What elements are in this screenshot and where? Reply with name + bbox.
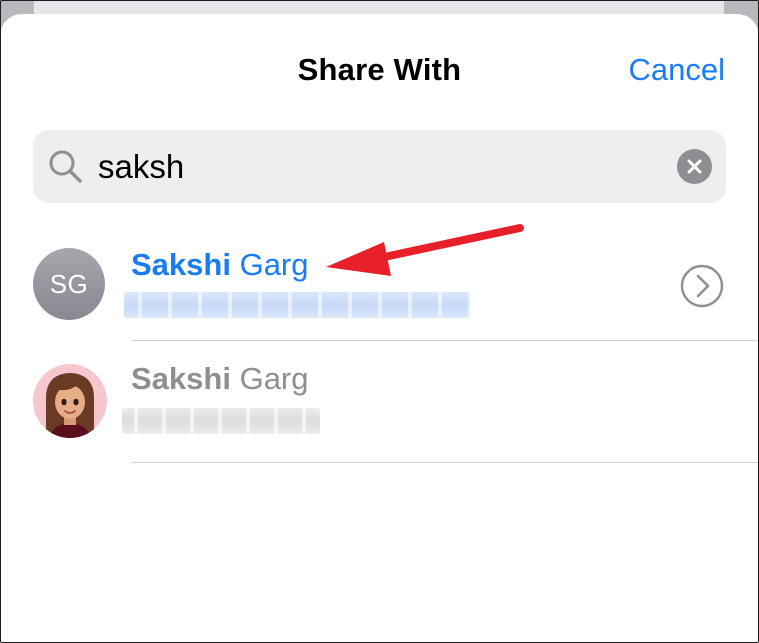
search-icon [49, 150, 82, 183]
info-chevron-icon[interactable] [680, 264, 724, 308]
cancel-button[interactable]: Cancel [629, 52, 726, 88]
row-divider [131, 340, 759, 341]
redacted-contact-detail [124, 292, 470, 318]
contact-name: Sakshi Garg [131, 247, 309, 283]
contact-row[interactable]: SG Sakshi Garg [0, 232, 759, 340]
clear-search-button[interactable] [677, 149, 712, 184]
contact-last-name: Garg [239, 247, 309, 282]
memoji-avatar [33, 364, 107, 438]
search-input[interactable]: saksh [98, 148, 184, 186]
contact-last-name: Garg [239, 361, 309, 396]
contact-name: Sakshi Garg [131, 361, 309, 397]
search-bar[interactable]: saksh [33, 130, 726, 203]
row-divider [131, 462, 759, 463]
contact-first-name: Sakshi [131, 247, 231, 282]
avatar: SG [33, 248, 105, 320]
contact-row[interactable]: Sakshi Garg [0, 342, 759, 462]
redacted-contact-detail [122, 408, 320, 434]
contact-first-name: Sakshi [131, 361, 231, 396]
clear-icon [687, 159, 702, 174]
